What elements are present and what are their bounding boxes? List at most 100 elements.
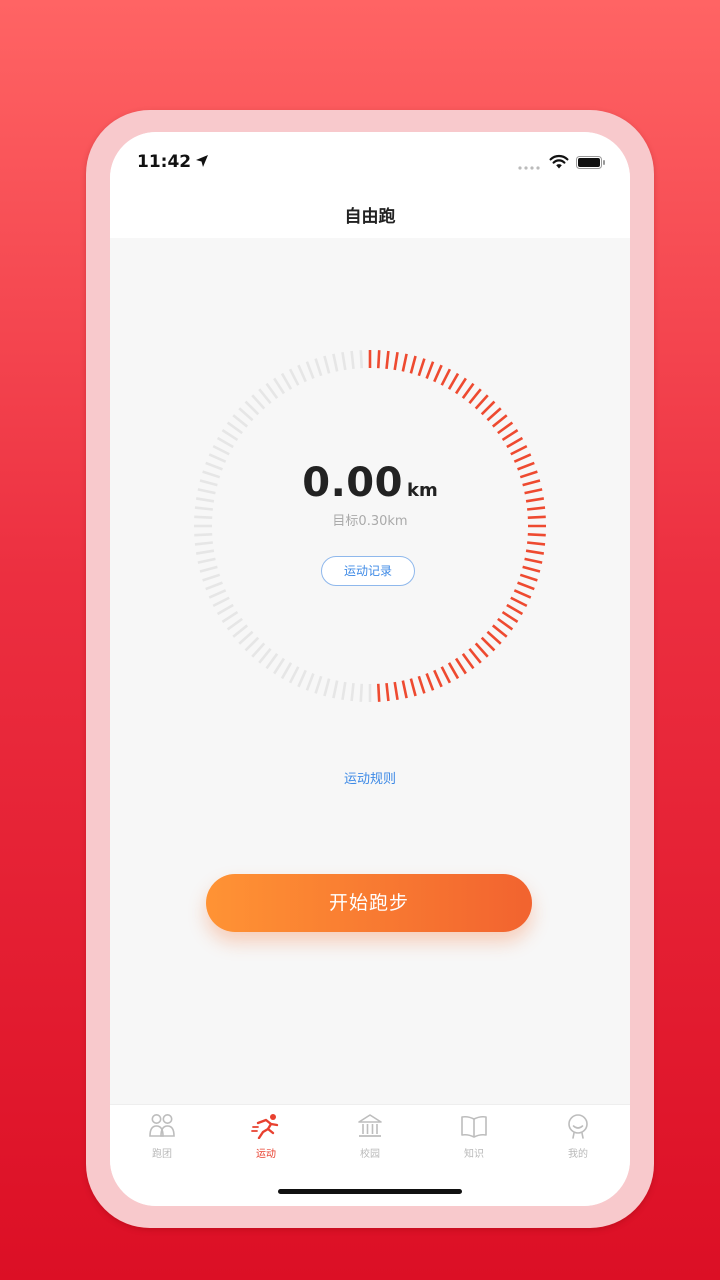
progress-tick-active	[393, 681, 399, 701]
progress-tick	[258, 388, 272, 405]
progress-tick	[226, 617, 243, 631]
signal-dots-icon	[518, 166, 540, 170]
progress-tick-active	[497, 421, 514, 435]
progress-tick	[197, 557, 216, 564]
progress-tick	[273, 657, 286, 675]
progress-tick	[288, 368, 300, 386]
progress-tick	[288, 666, 300, 684]
progress-tick	[226, 421, 243, 435]
exercise-record-button[interactable]: 运动记录	[321, 556, 415, 586]
progress-tick-active	[486, 630, 502, 645]
progress-tick	[359, 683, 364, 702]
progress-tick-active	[524, 557, 543, 564]
goal-text: 目标0.30km	[332, 514, 408, 529]
progress-tick-active	[454, 377, 467, 395]
progress-tick-active	[461, 653, 475, 670]
progress-tick-active	[454, 657, 467, 675]
progress-tick	[258, 647, 272, 664]
progress-tick-active	[527, 532, 546, 537]
tab-mine[interactable]: 我的	[526, 1113, 630, 1160]
start-running-button[interactable]: 开始跑步	[206, 874, 532, 932]
wifi-icon	[549, 154, 569, 169]
progress-tick-active	[519, 573, 538, 582]
progress-tick	[305, 673, 315, 691]
distance-readout: 0.00 km	[110, 460, 630, 506]
progress-tick	[305, 361, 315, 379]
progress-tick-active	[474, 394, 489, 410]
progress-tick	[251, 642, 266, 658]
progress-tick-active	[506, 603, 524, 616]
tab-label: 知识	[464, 1149, 484, 1160]
progress-tick	[194, 532, 213, 537]
progress-tick-active	[497, 617, 514, 631]
profile-icon	[568, 1114, 588, 1139]
progress-tick-active	[393, 351, 399, 371]
progress-tick-active	[506, 436, 524, 449]
home-indicator	[278, 1189, 462, 1194]
progress-tick-active	[376, 683, 381, 702]
progress-tick	[314, 358, 323, 377]
progress-tick-active	[525, 549, 545, 555]
progress-tick	[323, 678, 331, 697]
progress-tick-active	[376, 350, 381, 369]
progress-tick	[208, 589, 227, 599]
running-icon	[251, 1114, 279, 1140]
exercise-rules-link[interactable]: 运动规则	[110, 768, 630, 787]
progress-tick	[359, 350, 364, 369]
tab-label: 运动	[256, 1149, 276, 1160]
progress-tick-active	[468, 388, 482, 405]
progress-tick	[202, 573, 221, 582]
progress-tick	[273, 377, 286, 395]
progress-tick-active	[409, 678, 417, 697]
progress-tick	[194, 541, 214, 546]
progress-tick	[195, 549, 215, 555]
progress-tick	[238, 407, 254, 422]
progress-tick-active	[468, 647, 482, 664]
progress-tick	[314, 675, 323, 694]
tab-knowledge[interactable]: 知识	[422, 1113, 526, 1160]
distance-unit: km	[406, 480, 438, 501]
tab-team[interactable]: 跑团	[110, 1113, 214, 1160]
progress-tick-active	[510, 444, 528, 456]
progress-tick	[232, 414, 249, 428]
progress-tick	[244, 636, 260, 652]
progress-tick	[280, 372, 293, 390]
group-icon	[149, 1114, 175, 1137]
progress-tick	[341, 681, 347, 701]
progress-tick-active	[433, 669, 443, 688]
progress-tick-active	[401, 353, 408, 372]
progress-tick	[238, 630, 254, 645]
progress-tick	[221, 610, 239, 623]
progress-tick-active	[433, 364, 443, 383]
tab-label: 我的	[568, 1149, 588, 1160]
campus-building-icon	[358, 1114, 382, 1137]
progress-tick	[332, 680, 339, 699]
phone-screen: 11:42 自由跑 0.00 km 目标0.30km 运动记录 运动规则 开始跑步	[110, 132, 630, 1206]
location-arrow-icon	[196, 155, 208, 167]
tab-campus[interactable]: 校园	[318, 1113, 422, 1160]
progress-tick	[297, 669, 307, 688]
progress-tick	[212, 444, 230, 456]
progress-tick-active	[480, 400, 496, 416]
progress-tick	[350, 682, 355, 702]
progress-tick-active	[385, 682, 390, 702]
progress-tick-active	[513, 589, 532, 599]
book-icon	[461, 1115, 487, 1138]
page-title: 自由跑	[344, 207, 396, 227]
progress-tick-active	[447, 372, 460, 390]
progress-tick-active	[425, 361, 435, 379]
progress-tick	[350, 350, 355, 370]
progress-tick	[199, 565, 218, 573]
progress-tick-active	[440, 666, 452, 684]
progress-tick	[341, 351, 347, 371]
progress-tick	[332, 353, 339, 372]
progress-tick-active	[440, 368, 452, 386]
progress-tick	[205, 581, 223, 591]
progress-tick	[265, 653, 279, 670]
progress-tick-active	[461, 382, 475, 399]
status-time: 11:42	[137, 152, 192, 172]
progress-tick-active	[491, 624, 508, 638]
navigation-bar: 自由跑	[110, 192, 630, 238]
tab-sport[interactable]: 运动	[214, 1113, 318, 1160]
progress-tick-active	[401, 680, 408, 699]
